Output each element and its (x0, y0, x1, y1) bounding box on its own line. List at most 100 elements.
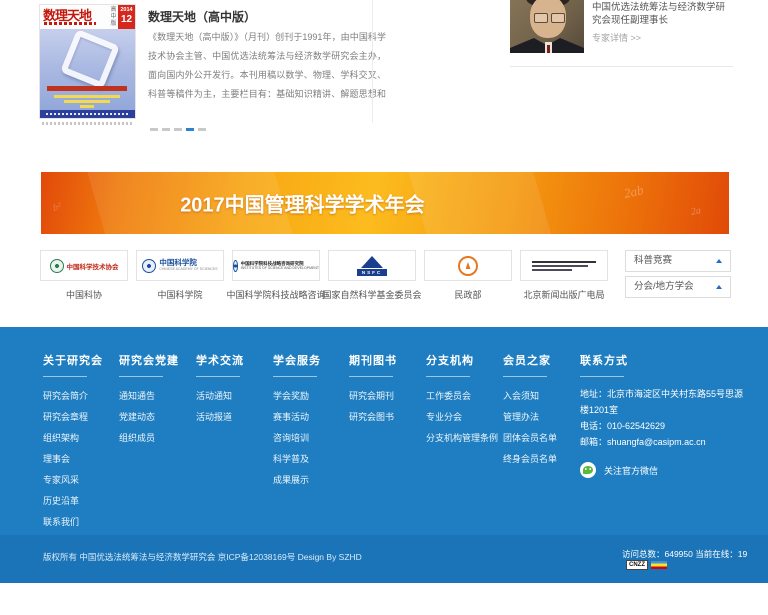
visit-stats: 访问总数：649950 当前在线：19 (622, 548, 747, 560)
cas-logo-text: 中国科学院 (159, 259, 217, 266)
footer-link[interactable]: 研究会期刊 (349, 386, 397, 407)
footer-link[interactable]: 联系我们 (43, 512, 103, 533)
footer-link[interactable]: 活动通知 (196, 386, 244, 407)
footer-link[interactable]: 终身会员名单 (503, 449, 557, 470)
event-banner-title: 2017中国管理科学学术年会 (180, 189, 425, 218)
footer-link[interactable]: 成果展示 (273, 470, 321, 491)
footer-col-underline (196, 376, 240, 377)
footer-link[interactable]: 科学普及 (273, 449, 321, 470)
footer-link[interactable]: 理事会 (43, 449, 103, 470)
carousel-dots (150, 128, 206, 131)
footer-link[interactable]: 历史沿革 (43, 491, 103, 512)
footer-link[interactable]: 分支机构管理条例 (426, 428, 498, 449)
expert-photo-glasses-decoration (534, 13, 565, 23)
page: 数理天地 高中版 2014 12 (0, 0, 768, 615)
footer-col-title: 分支机构 (426, 352, 498, 368)
cast-emblem-icon (50, 259, 64, 273)
journal-cover-image[interactable]: 数理天地 高中版 2014 12 (40, 5, 135, 118)
carousel-dot[interactable] (150, 128, 158, 131)
cover-subtitle-decoration (64, 100, 110, 103)
journal-cover-art (40, 29, 135, 118)
journal-description: 《数理天地（高中版）》（月刊）创刊于1991年，由中国科学技术协会主管、中国优选… (148, 28, 386, 106)
footer-link[interactable]: 咨询培训 (273, 428, 321, 449)
journal-cover-header: 数理天地 高中版 2014 12 (40, 5, 135, 29)
casisd-emblem-icon (233, 260, 238, 272)
top-section-divider (372, 0, 373, 123)
octagon-art-decoration (60, 29, 120, 89)
carousel-dot[interactable] (162, 128, 170, 131)
contact-email: 邮箱：shuangfa@casipm.ac.cn (580, 434, 750, 450)
wechat-follow-link[interactable]: 关注官方微信 (580, 462, 750, 478)
partner-link-cas[interactable]: 中国科学院 CHINESE ACADEMY OF SCIENCES (136, 250, 224, 281)
cover-bottom-strip (40, 110, 135, 118)
footer-col-underline (119, 376, 163, 377)
journal-cover-year: 2014 (118, 7, 135, 14)
partner-link-beijing-press-bureau[interactable] (520, 250, 608, 281)
expert-section-divider (510, 66, 733, 67)
bottom-bar: 版权所有 中国优选法统筹法与经济数学研究会 京ICP备12038169号 Des… (0, 535, 768, 583)
footer-link[interactable]: 研究会简介 (43, 386, 103, 407)
panel-label: 科普竞赛 (626, 251, 730, 271)
footer-link[interactable]: 活动报道 (196, 407, 244, 428)
nsfc-logo-text: NSFC (357, 269, 387, 276)
partner-caption: 北京新闻出版广电局 (523, 288, 604, 301)
footer-link[interactable]: 研究会图书 (349, 407, 397, 428)
journal-cover-masthead-pinyin-decoration (44, 22, 96, 25)
cas-logo-texts: 中国科学院 CHINESE ACADEMY OF SCIENCES (159, 259, 217, 273)
footer-col-title: 会员之家 (503, 352, 557, 368)
carousel-dot[interactable] (198, 128, 206, 131)
footer-col-party: 研究会党建 通知通告 党建动态 组织成员 (119, 352, 179, 449)
partner-link-cast[interactable]: 中国科学技术协会 (40, 250, 128, 281)
banner-formula-decoration: 2ab (622, 182, 644, 202)
journal-title: 数理天地（高中版） (148, 8, 256, 25)
banner-light-streak-decoration (403, 172, 560, 234)
footer: 关于研究会 研究会简介 研究会章程 组织架构 理事会 专家风采 历史沿革 联系我… (0, 327, 768, 535)
chevron-up-icon (716, 285, 722, 289)
panel-science-contest[interactable]: 科普竞赛 (625, 250, 731, 272)
footer-col-about: 关于研究会 研究会简介 研究会章程 组织架构 理事会 专家风采 历史沿革 联系我… (43, 352, 103, 533)
footer-col-academic: 学术交流 活动通知 活动报道 (196, 352, 244, 428)
footer-link[interactable]: 管理办法 (503, 407, 557, 428)
footer-link[interactable]: 组织成员 (119, 428, 179, 449)
footer-link[interactable]: 专家风采 (43, 470, 103, 491)
footer-col-underline (43, 376, 87, 377)
cas-emblem-icon (142, 259, 156, 273)
expert-bio-text: 中国优选法统筹法与经济数学研究会现任副理事长 (592, 1, 734, 27)
footer-col-underline (349, 376, 393, 377)
footer-col-services: 学会服务 学会奖励 赛事活动 咨询培训 科学普及 成果展示 (273, 352, 321, 491)
footer-link[interactable]: 学会奖励 (273, 386, 321, 407)
event-banner[interactable]: 2ab 2a b² 2017中国管理科学学术年会 (41, 172, 729, 234)
footer-link[interactable]: 赛事活动 (273, 407, 321, 428)
footer-col-underline (580, 376, 624, 377)
footer-link[interactable]: 专业分会 (426, 407, 498, 428)
footer-col-underline (273, 376, 317, 377)
partner-link-casisd[interactable]: 中国科学院科技战略咨询研究院 INSTITUTES OF SCIENCE AND… (232, 250, 320, 281)
journal-cover-date-box: 2014 12 (118, 5, 135, 29)
footer-link[interactable]: 团体会员名单 (503, 428, 557, 449)
footer-col-members: 会员之家 入会须知 管理办法 团体会员名单 终身会员名单 (503, 352, 557, 470)
cnzz-counter-link[interactable]: CNZZ (626, 560, 667, 570)
chevron-up-icon (716, 259, 722, 263)
footer-link[interactable]: 党建动态 (119, 407, 179, 428)
footer-link[interactable]: 通知通告 (119, 386, 179, 407)
footer-link[interactable]: 工作委员会 (426, 386, 498, 407)
footer-link[interactable]: 研究会章程 (43, 407, 103, 428)
carousel-dot[interactable] (174, 128, 182, 131)
carousel-dot-active[interactable] (186, 128, 194, 131)
footer-col-title: 关于研究会 (43, 352, 103, 368)
expert-detail-link[interactable]: 专家详情 >> (592, 31, 641, 44)
cnzz-badge: CNZZ (626, 560, 648, 570)
banner-formula-decoration: 2a (690, 205, 702, 218)
partner-link-nsfc[interactable]: NSFC (328, 250, 416, 281)
footer-link[interactable]: 组织架构 (43, 428, 103, 449)
partner-link-mca[interactable] (424, 250, 512, 281)
cover-bottom-text-decoration (46, 113, 128, 115)
footer-col-title: 研究会党建 (119, 352, 179, 368)
nsfc-emblem-icon: NSFC (357, 256, 387, 276)
expert-photo[interactable] (510, 0, 584, 53)
cover-red-title-decoration (47, 86, 127, 91)
footer-col-contact: 联系方式 地址：北京市海淀区中关村东路55号思源楼1201室 电话：010-62… (580, 352, 750, 478)
panel-branch-societies[interactable]: 分会/地方学会 (625, 276, 731, 298)
partner-caption: 民政部 (454, 288, 481, 301)
footer-link[interactable]: 入会须知 (503, 386, 557, 407)
